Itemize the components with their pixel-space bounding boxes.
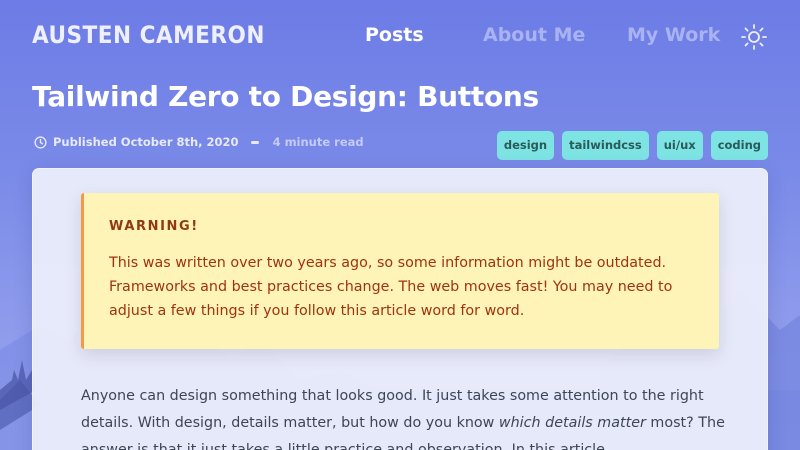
tag-ui-ux[interactable]: ui/ux (656, 131, 703, 160)
article-card: WARNING! This was written over two years… (32, 168, 768, 450)
nav-my-work[interactable]: My Work (627, 24, 720, 46)
post-meta: Published October 8th, 2020 4 minute rea… (34, 134, 364, 150)
tag-list: design tailwindcss ui/ux coding (496, 131, 768, 160)
article-paragraph: Anyone can design something that looks g… (81, 383, 731, 450)
tag-design[interactable]: design (496, 131, 555, 160)
nav-about-me[interactable]: About Me (483, 24, 585, 46)
article-emphasis: which details matter (498, 415, 646, 431)
site-brand[interactable]: AUSTEN CAMERON (32, 21, 265, 49)
warning-title: WARNING! (109, 219, 199, 234)
tag-tailwindcss[interactable]: tailwindcss (562, 131, 649, 160)
clock-icon (34, 135, 47, 149)
read-time: 4 minute read (272, 135, 364, 149)
tag-coding[interactable]: coding (710, 131, 768, 160)
warning-body: This was written over two years ago, so … (109, 255, 673, 319)
published-date: Published October 8th, 2020 (53, 135, 239, 149)
sun-icon (741, 24, 767, 50)
post-title: Tailwind Zero to Design: Buttons (32, 80, 539, 113)
nav-posts[interactable]: Posts (365, 24, 424, 46)
meta-separator (250, 140, 259, 144)
warning-callout: WARNING! This was written over two years… (81, 193, 719, 349)
theme-toggle-button[interactable] (740, 23, 768, 51)
site-header: AUSTEN CAMERON Posts About Me My Work (0, 0, 800, 72)
